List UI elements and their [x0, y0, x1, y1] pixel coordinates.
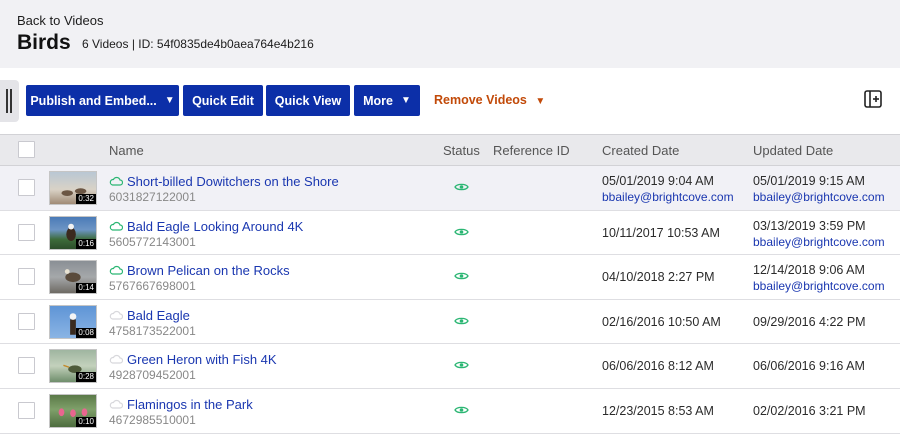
caret-down-icon: ▼ — [164, 95, 175, 106]
cloud-icon — [109, 310, 123, 320]
caret-down-icon: ▼ — [535, 96, 546, 107]
created-date: 06/06/2016 8:12 AM — [602, 359, 714, 374]
updated-date: 12/14/2018 9:06 AM — [753, 263, 865, 278]
row-checkbox[interactable] — [18, 357, 35, 375]
column-header-status[interactable]: Status — [443, 143, 480, 158]
playlist-info: 6 Videos | ID: 54f0835de4b0aea764e4b216 — [82, 37, 314, 51]
remove-label: Remove Videos — [434, 93, 527, 107]
created-by-link[interactable]: bbailey@brightcove.com — [602, 190, 734, 204]
updated-date: 05/01/2019 9:15 AM — [753, 174, 865, 188]
video-name-link[interactable]: Bald Eagle — [127, 308, 190, 323]
updated-date: 09/29/2016 4:22 PM — [753, 314, 866, 329]
eye-icon — [454, 183, 469, 191]
eye-icon — [454, 406, 469, 414]
duration-badge: 0:14 — [76, 283, 96, 294]
video-name-link[interactable]: Bald Eagle Looking Around 4K — [127, 219, 303, 234]
eye-icon — [454, 317, 469, 325]
row-checkbox[interactable] — [18, 179, 35, 196]
updated-date: 02/02/2016 3:21 PM — [753, 403, 866, 418]
eye-icon — [454, 362, 469, 369]
updated-by-link[interactable]: bbailey@brightcove.com — [753, 235, 885, 249]
video-thumbnail[interactable]: 0:14 — [49, 260, 97, 295]
eye-icon — [454, 228, 469, 235]
cloud-icon — [109, 355, 123, 364]
video-name-link[interactable]: Short-billed Dowitchers on the Shore — [127, 174, 339, 189]
duration-badge: 0:32 — [76, 194, 96, 204]
table-row[interactable]: 0:08 Bald Eagle 4758173522001 02/16/2016… — [0, 299, 900, 345]
duration-badge: 0:10 — [76, 416, 96, 427]
created-date: 02/16/2016 10:50 AM — [602, 314, 721, 329]
video-table: Name Status Reference ID Created Date Up… — [0, 134, 900, 434]
layout-toggle-icon[interactable] — [863, 89, 883, 109]
caret-down-icon: ▼ — [400, 95, 411, 106]
updated-by-link[interactable]: bbailey@brightcove.com — [753, 279, 885, 293]
table-row[interactable]: 0:10 Flamingos in the Park 4672985510001… — [0, 388, 900, 434]
table-row[interactable]: 0:28 Green Heron with Fish 4K 4928709452… — [0, 344, 900, 389]
created-date: 04/10/2018 2:27 PM — [602, 270, 715, 285]
page-header: Back to Videos Birds 6 Videos | ID: 54f0… — [0, 0, 900, 68]
row-checkbox[interactable] — [18, 268, 35, 286]
updated-date: 03/13/2019 3:59 PM — [753, 218, 866, 233]
column-header-reference-id[interactable]: Reference ID — [493, 143, 570, 158]
table-row[interactable]: 0:32 Short-billed Dowitchers on the Shor… — [0, 166, 900, 211]
updated-by-link[interactable]: bbailey@brightcove.com — [753, 190, 885, 204]
video-thumbnail[interactable]: 0:10 — [49, 393, 97, 428]
column-header-created-date[interactable]: Created Date — [602, 143, 679, 158]
video-thumbnail[interactable]: 0:32 — [49, 171, 97, 205]
drag-handle-icon[interactable] — [0, 80, 19, 122]
back-to-videos-link[interactable]: Back to Videos — [17, 13, 103, 28]
updated-date: 06/06/2016 9:16 AM — [753, 359, 865, 374]
created-date: 05/01/2019 9:04 AM — [602, 174, 714, 188]
row-checkbox[interactable] — [18, 312, 35, 330]
column-header-updated-date[interactable]: Updated Date — [753, 143, 833, 158]
select-all-checkbox[interactable] — [18, 141, 35, 158]
duration-badge: 0:16 — [76, 238, 96, 249]
more-label: More — [363, 93, 393, 108]
video-id: 6031827122001 — [109, 190, 196, 204]
video-name-link[interactable]: Green Heron with Fish 4K — [127, 352, 277, 367]
quick-view-button[interactable]: Quick View — [266, 85, 350, 116]
publish-label: Publish and Embed... — [30, 93, 157, 108]
more-button[interactable]: More ▼ — [354, 85, 420, 116]
cloud-icon — [109, 176, 123, 186]
video-id: 5605772143001 — [109, 234, 196, 249]
row-checkbox[interactable] — [18, 401, 35, 419]
quick-edit-button[interactable]: Quick Edit — [183, 85, 263, 116]
duration-badge: 0:28 — [76, 372, 96, 383]
column-header-name[interactable]: Name — [109, 143, 144, 158]
video-name-link[interactable]: Flamingos in the Park — [127, 397, 253, 412]
video-thumbnail[interactable]: 0:28 — [49, 349, 97, 384]
video-name-link[interactable]: Brown Pelican on the Rocks — [127, 263, 290, 278]
toolbar: Publish and Embed... ▼ Quick Edit Quick … — [0, 80, 900, 122]
cloud-icon — [109, 221, 123, 231]
remove-videos-button[interactable]: Remove Videos ▼ — [434, 93, 545, 107]
video-thumbnail[interactable]: 0:08 — [49, 304, 97, 339]
eye-icon — [454, 272, 469, 280]
table-row[interactable]: 0:14 Brown Pelican on the Rocks 57676676… — [0, 255, 900, 300]
video-id: 4928709452001 — [109, 368, 196, 383]
publish-and-embed-button[interactable]: Publish and Embed... ▼ — [26, 85, 179, 116]
created-date: 12/23/2015 8:53 AM — [602, 403, 714, 418]
created-date: 10/11/2017 10:53 AM — [602, 225, 720, 240]
video-id: 4758173522001 — [109, 323, 196, 338]
cloud-icon — [109, 266, 123, 275]
duration-badge: 0:08 — [76, 327, 96, 338]
video-id: 4672985510001 — [109, 412, 196, 427]
row-checkbox[interactable] — [18, 223, 35, 241]
video-thumbnail[interactable]: 0:16 — [49, 215, 97, 250]
table-header: Name Status Reference ID Created Date Up… — [0, 134, 900, 166]
table-row[interactable]: 0:16 Bald Eagle Looking Around 4K 560577… — [0, 210, 900, 256]
cloud-icon — [109, 399, 123, 409]
page-title: Birds — [17, 31, 71, 54]
video-id: 5767667698001 — [109, 279, 196, 294]
